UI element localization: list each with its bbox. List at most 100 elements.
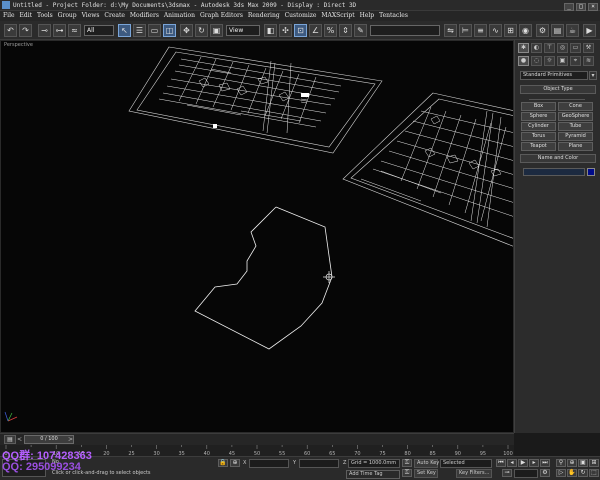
next-frame-button-icon[interactable]: ▸ [529, 459, 539, 467]
menu-help[interactable]: Help [360, 12, 375, 19]
material-editor-icon[interactable]: ◉ [519, 24, 532, 37]
render-setup-icon[interactable]: ⚙ [536, 24, 549, 37]
object-type-rollout[interactable]: Object Type [520, 85, 596, 94]
select-and-link-icon[interactable]: ⊸ [38, 24, 51, 37]
snaps-toggle-icon[interactable]: ⊡ [294, 24, 307, 37]
object-color-swatch[interactable] [587, 168, 595, 176]
bind-space-warp-icon[interactable]: ≈ [68, 24, 81, 37]
layer-manager-icon[interactable]: ≡ [474, 24, 487, 37]
key-icon[interactable]: ⚿ [402, 459, 412, 467]
x-coord-field[interactable] [249, 459, 289, 468]
helpers-icon[interactable]: ⌖ [570, 56, 581, 66]
auto-key-button[interactable]: Auto Key [414, 459, 439, 468]
sphere-button[interactable]: Sphere [521, 112, 556, 121]
utilities-tab-icon[interactable]: ⚒ [583, 43, 594, 53]
time-slider-track[interactable]: ▤ < 0 / 100 > [0, 433, 514, 445]
reference-coord-dropdown[interactable]: View [226, 25, 260, 36]
menu-maxscript[interactable]: MAXScript [321, 12, 354, 19]
schematic-view-icon[interactable]: ⊞ [504, 24, 517, 37]
box-button[interactable]: Box [521, 102, 556, 111]
select-object-icon[interactable]: ↖ [118, 24, 131, 37]
orbit-icon[interactable]: ↻ [578, 469, 588, 477]
menu-views[interactable]: Views [82, 12, 100, 19]
current-frame-field[interactable] [514, 469, 538, 478]
rendered-frame-window-icon[interactable]: ▤ [551, 24, 564, 37]
viewport-label[interactable]: Perspective [4, 42, 33, 48]
go-to-start-icon[interactable]: ⏮ [496, 459, 506, 467]
menu-customize[interactable]: Customize [285, 12, 317, 19]
redo-icon[interactable]: ↷ [19, 24, 32, 37]
window-crossing-icon[interactable]: ◫ [163, 24, 176, 37]
object-name-field[interactable] [523, 168, 585, 176]
cameras-icon[interactable]: ▣ [557, 56, 568, 66]
undo-icon[interactable]: ↶ [4, 24, 17, 37]
selection-filter-dropdown[interactable]: All [84, 25, 114, 36]
prev-frame-icon[interactable]: < [17, 435, 23, 444]
minimize-button[interactable]: _ [564, 3, 574, 11]
menu-group[interactable]: Group [58, 12, 77, 19]
menu-animation[interactable]: Animation [164, 12, 195, 19]
create-tab-icon[interactable]: ✱ [518, 43, 529, 53]
chevron-down-icon[interactable]: ▾ [589, 71, 597, 80]
menu-create[interactable]: Create [104, 12, 125, 19]
named-selection-icon[interactable]: ✎ [354, 24, 367, 37]
menu-file[interactable]: File [3, 12, 15, 19]
menu-tools[interactable]: Tools [37, 12, 53, 19]
modify-tab-icon[interactable]: ◐ [531, 43, 542, 53]
close-button[interactable]: × [588, 3, 598, 11]
zoom-icon[interactable]: ⚲ [556, 459, 566, 467]
render-production-icon[interactable]: ☕ [566, 24, 579, 37]
menu-edit[interactable]: Edit [19, 12, 32, 19]
pan-view-icon[interactable]: ✋ [567, 469, 577, 477]
zoom-extents-icon[interactable]: ▣ [578, 459, 588, 467]
next-frame-icon[interactable]: > [68, 435, 74, 444]
zoom-all-icon[interactable]: ⊕ [567, 459, 577, 467]
align-icon[interactable]: ⊨ [459, 24, 472, 37]
unlink-icon[interactable]: ⊶ [53, 24, 66, 37]
menu-tentacles[interactable]: Tentacles [379, 12, 408, 19]
manipulate-icon[interactable]: ✣ [279, 24, 292, 37]
menu-rendering[interactable]: Rendering [248, 12, 280, 19]
select-and-rotate-icon[interactable]: ↻ [195, 24, 208, 37]
pyramid-button[interactable]: Pyramid [558, 132, 593, 141]
add-time-tag-button[interactable]: Add Time Tag [346, 470, 400, 479]
torus-button[interactable]: Torus [521, 132, 556, 141]
angle-snap-icon[interactable]: ∠ [309, 24, 322, 37]
teapot-button[interactable]: Teapot [521, 142, 556, 151]
set-key-button[interactable]: Set Key [414, 469, 438, 478]
render-iterative-icon[interactable]: ▶ [583, 24, 596, 37]
mini-curve-editor-icon[interactable]: ▤ [4, 435, 16, 444]
set-key-icon[interactable]: ⚿ [402, 469, 412, 477]
key-mode-dropdown[interactable]: Selected [440, 459, 492, 468]
name-and-color-rollout[interactable]: Name and Color [520, 154, 596, 163]
mirror-icon[interactable]: ⇋ [444, 24, 457, 37]
named-selection-sets-dropdown[interactable] [370, 25, 440, 36]
previous-frame-icon[interactable]: ◂ [507, 459, 517, 467]
menu-graph-editors[interactable]: Graph Editors [200, 12, 243, 19]
time-slider-thumb[interactable]: 0 / 100 [24, 435, 74, 444]
select-by-name-icon[interactable]: ☰ [133, 24, 146, 37]
display-tab-icon[interactable]: ▭ [570, 43, 581, 53]
tube-button[interactable]: Tube [558, 122, 593, 131]
time-configuration-icon[interactable]: ⚙ [540, 469, 550, 477]
key-mode-toggle-icon[interactable]: ⊸ [502, 469, 512, 477]
primitive-category-dropdown[interactable]: Standard Primitives [520, 71, 588, 80]
geometry-icon[interactable]: ● [518, 56, 529, 66]
play-icon[interactable]: ▶ [518, 459, 528, 467]
y-coord-field[interactable] [299, 459, 339, 468]
percent-snap-icon[interactable]: % [324, 24, 337, 37]
key-filters-button[interactable]: Key Filters... [456, 469, 492, 478]
select-and-scale-icon[interactable]: ▣ [210, 24, 223, 37]
go-to-end-icon[interactable]: ⏭ [540, 459, 550, 467]
shapes-icon[interactable]: ◌ [531, 56, 542, 66]
space-warps-icon[interactable]: ≋ [583, 56, 594, 66]
maximize-button[interactable]: □ [576, 3, 586, 11]
geosphere-button[interactable]: GeoSphere [558, 112, 593, 121]
field-of-view-icon[interactable]: ▷ [556, 469, 566, 477]
perspective-viewport[interactable]: Perspective [0, 40, 514, 433]
pivot-center-icon[interactable]: ◧ [264, 24, 277, 37]
lock-selection-icon[interactable]: 🔒 [218, 459, 228, 467]
cone-button[interactable]: Cone [558, 102, 593, 111]
menu-modifiers[interactable]: Modifiers [130, 12, 159, 19]
maximize-viewport-icon[interactable]: ⬚ [589, 469, 599, 477]
